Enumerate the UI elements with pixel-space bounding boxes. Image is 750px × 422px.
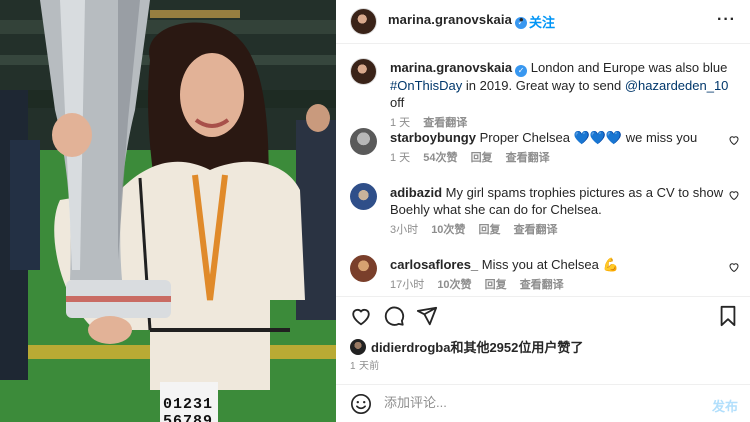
- badge-number-bottom: 56789: [163, 413, 214, 422]
- reply-button[interactable]: 回复: [479, 224, 501, 236]
- translate-link[interactable]: 查看翻译: [514, 224, 558, 236]
- comment-text: Miss you at Chelsea: [481, 257, 599, 272]
- likes-summary: didierdrogba和其他2952位用户赞了: [350, 337, 583, 356]
- emoji-smiley-icon[interactable]: [350, 393, 372, 415]
- post-timestamp: 1 天前: [350, 361, 380, 372]
- owner-avatar[interactable]: [350, 8, 377, 35]
- caption-text-1: London and Europe was also blue: [530, 60, 728, 75]
- commenter-avatar[interactable]: [350, 183, 377, 210]
- comment-time: 1 天: [390, 152, 411, 164]
- save-bookmark-icon[interactable]: [718, 305, 738, 327]
- comment-body: carlosaflores_ Miss you at Chelsea 💪 17小…: [390, 256, 730, 294]
- comment-text: Proper Chelsea: [479, 130, 570, 145]
- like-heart-icon[interactable]: [350, 305, 372, 327]
- like-comment-heart-icon[interactable]: [728, 134, 740, 146]
- owner-username[interactable]: marina.granovskaia: [388, 12, 512, 27]
- like-comment-heart-icon[interactable]: [728, 261, 740, 273]
- caption-text-3: off: [390, 95, 405, 110]
- comment-meta: 17小时 10次赞 回复 查看翻译: [390, 277, 730, 294]
- mention-link[interactable]: @hazardeden_10: [625, 78, 729, 93]
- owner-username-row: marina.granovskaia ✓: [388, 12, 527, 29]
- post-header: marina.granovskaia ✓ • 关注 ···: [336, 0, 750, 44]
- caption-username[interactable]: marina.granovskaia: [390, 60, 512, 75]
- comment-time: 3小时: [390, 224, 419, 236]
- comment-input[interactable]: [384, 395, 684, 410]
- verified-badge-icon: ✓: [515, 65, 528, 77]
- liker-avatar[interactable]: [350, 339, 366, 355]
- post-photo: 01231 56789: [0, 0, 336, 422]
- translate-link[interactable]: 查看翻译: [520, 279, 564, 291]
- follow-button[interactable]: 关注: [529, 12, 555, 31]
- separator-dot: •: [519, 12, 524, 27]
- post-action-bar: [336, 296, 750, 332]
- caption-translate-link[interactable]: 查看翻译: [423, 117, 467, 129]
- comment-likes[interactable]: 10次赞: [431, 224, 465, 236]
- comment-likes[interactable]: 54次赞: [423, 152, 457, 164]
- comment-username[interactable]: adibazid: [390, 185, 442, 200]
- caption-text-2: in 2019. Great way to send: [462, 78, 625, 93]
- add-comment-bar: 发布: [336, 384, 750, 422]
- blue-heart-emoji: 💙💙💙: [573, 130, 623, 145]
- translate-link[interactable]: 查看翻译: [506, 152, 550, 164]
- photo-illustration: [0, 0, 336, 422]
- hand: [52, 113, 92, 157]
- comment-username[interactable]: starboybungy: [390, 130, 476, 145]
- like-comment-heart-icon[interactable]: [728, 189, 740, 201]
- comment-meta: 1 天 54次赞 回复 查看翻译: [390, 150, 730, 167]
- comment-bubble-icon[interactable]: [383, 305, 405, 327]
- comment-username[interactable]: carlosaflores_: [390, 257, 478, 272]
- reply-button[interactable]: 回复: [471, 152, 493, 164]
- likes-count-text[interactable]: 和其他2952位用户赞了: [450, 340, 583, 355]
- flexed-biceps-emoji: 💪: [602, 257, 619, 272]
- more-options-icon[interactable]: ···: [717, 11, 736, 29]
- reply-button[interactable]: 回复: [485, 279, 507, 291]
- caption-time: 1 天: [390, 117, 411, 129]
- hashtag-link[interactable]: #OnThisDay: [390, 78, 462, 93]
- liker-username[interactable]: didierdrogba: [371, 340, 450, 355]
- share-paper-plane-icon[interactable]: [416, 305, 438, 327]
- comment-likes[interactable]: 10次赞: [437, 279, 471, 291]
- caption-avatar[interactable]: [350, 58, 377, 85]
- comment-text-after: we miss you: [622, 130, 698, 145]
- commenter-avatar[interactable]: [350, 255, 377, 282]
- post-comment-button[interactable]: 发布: [712, 396, 738, 415]
- comment-body: starboybungy Proper Chelsea 💙💙💙 we miss …: [390, 129, 730, 167]
- comment-body: adibazid My girl spams trophies pictures…: [390, 184, 730, 239]
- caption-body: marina.granovskaia ✓ London and Europe wa…: [390, 59, 730, 132]
- comment-time: 17小时: [390, 279, 425, 291]
- badge-number-top: 01231: [163, 396, 214, 413]
- comment-meta: 3小时 10次赞 回复 查看翻译: [390, 222, 730, 239]
- post-panel: marina.granovskaia ✓ • 关注 ··· marina.gran…: [336, 0, 750, 422]
- commenter-avatar[interactable]: [350, 128, 377, 155]
